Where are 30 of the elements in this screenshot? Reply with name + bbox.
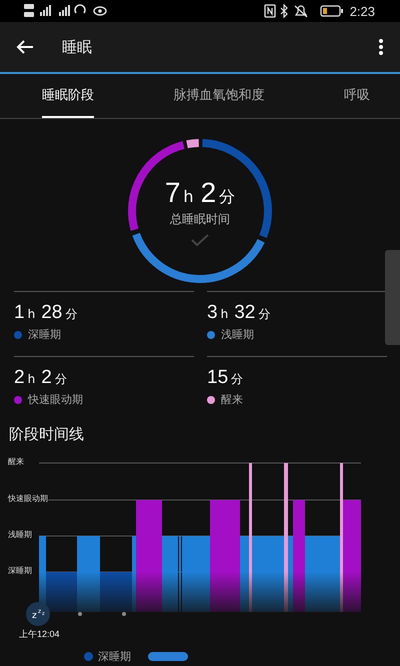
stat-value: 1 h 28 分 xyxy=(14,302,78,324)
stat-value: 3 h 32 分 xyxy=(207,302,272,324)
axis-label: 浅睡期 xyxy=(8,529,32,540)
tab[interactable]: 脉搏血氧饱和度 xyxy=(174,74,264,118)
tick-dot xyxy=(78,612,82,616)
section-title: 阶段时间线 xyxy=(9,425,85,444)
axis-label: 深睡期 xyxy=(8,565,32,576)
check-icon xyxy=(191,234,209,246)
back-icon[interactable] xyxy=(16,39,34,55)
tick-dot xyxy=(122,612,126,616)
legend-label: 深睡期 xyxy=(98,649,131,664)
total-sleep-value: 7 h 2 分 xyxy=(164,176,236,208)
more-icon[interactable] xyxy=(378,38,384,56)
stage-label: 深睡期 xyxy=(28,327,61,342)
stage-label: 醒来 xyxy=(221,392,243,407)
stat-value: 15 分 xyxy=(207,367,244,389)
legend-pill xyxy=(148,652,188,661)
screen-title: 睡眠 xyxy=(62,38,93,56)
axis-label: 醒来 xyxy=(8,456,24,467)
scroll-handle[interactable] xyxy=(385,250,400,345)
battery-icon xyxy=(320,5,344,17)
start-time-label: 上午12:04 xyxy=(19,628,61,641)
tab[interactable]: 睡眠阶段 xyxy=(42,74,94,118)
axis-label: 快速眼动期 xyxy=(8,493,48,504)
status-time: 2:23 xyxy=(350,4,375,18)
stage-label: 浅睡期 xyxy=(221,327,254,342)
tab[interactable]: 呼吸 xyxy=(344,74,370,118)
stat-value: 2 h 2 分 xyxy=(14,367,68,389)
stage-label: 快速眼动期 xyxy=(28,392,83,407)
total-sleep-label: 总睡眠时间 xyxy=(170,210,230,228)
